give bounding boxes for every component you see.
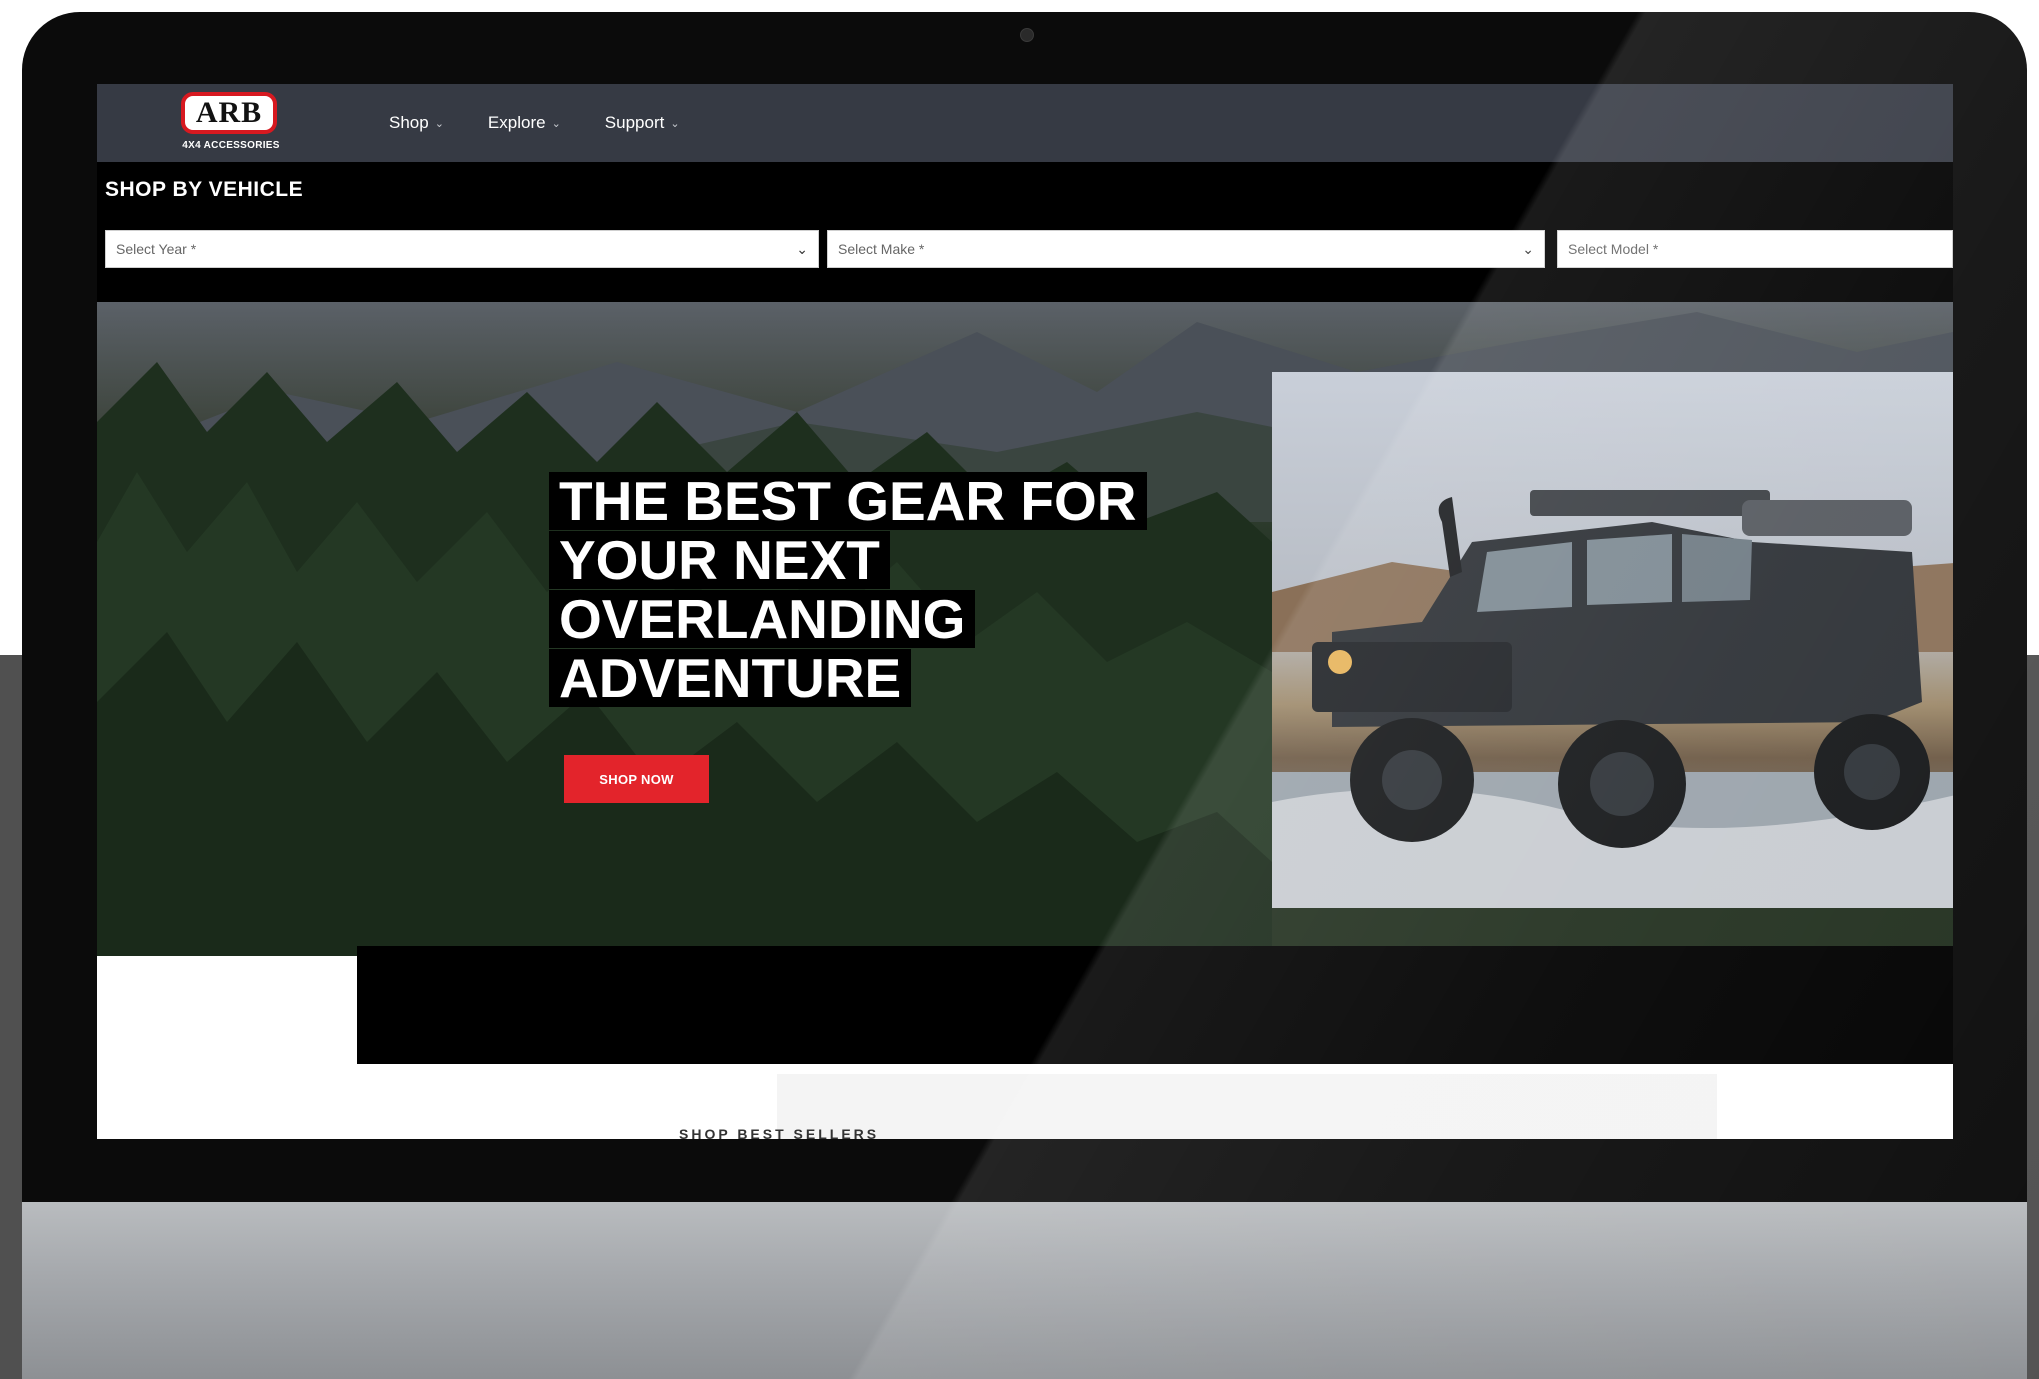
caret-down-icon: ⌄	[1522, 240, 1534, 257]
monitor-frame: ARB 4X4 ACCESSORIES Shop ⌄ Explore ⌄ Sup…	[22, 12, 2027, 1379]
hero-headline-line-3: OVERLANDING	[549, 590, 976, 648]
nav-item-label: Shop	[389, 113, 429, 132]
select-model-placeholder: Select Model *	[1568, 241, 1659, 257]
best-sellers-heading: SHOP BEST SELLERS	[679, 1126, 880, 1139]
nav-item-label: Support	[604, 113, 665, 132]
truck-illustration	[1272, 490, 1953, 908]
shop-now-button[interactable]: SHOP NOW	[564, 755, 709, 803]
hero-banner: THE BEST GEAR FOR YOUR NEXT OVERLANDING …	[97, 302, 1953, 956]
hero-headline: THE BEST GEAR FOR YOUR NEXT OVERLANDING …	[549, 472, 1169, 708]
chevron-down-icon: ⌄	[670, 117, 680, 130]
hero-headline-line-4: ADVENTURE	[549, 649, 912, 707]
nav-item-label: Explore	[487, 113, 546, 132]
truck-photo	[1272, 372, 1953, 908]
nav-item-support[interactable]: Support ⌄	[605, 113, 680, 133]
select-model[interactable]: Select Model *	[1557, 230, 1953, 268]
select-make[interactable]: Select Make * ⌄	[827, 230, 1545, 268]
hero-headline-line-2: YOUR NEXT	[549, 531, 890, 589]
logo-text: ARB	[195, 96, 263, 129]
select-make-placeholder: Select Make *	[838, 241, 925, 257]
arb-logo[interactable]: ARB 4X4 ACCESSORIES	[177, 90, 289, 154]
nav-item-explore[interactable]: Explore ⌄	[488, 113, 561, 133]
caret-down-icon: ⌄	[796, 240, 808, 257]
chevron-down-icon: ⌄	[551, 117, 561, 130]
top-navbar: ARB 4X4 ACCESSORIES Shop ⌄ Explore ⌄ Sup…	[97, 84, 1953, 162]
select-year[interactable]: Select Year * ⌄	[105, 230, 819, 268]
screen: ARB 4X4 ACCESSORIES Shop ⌄ Explore ⌄ Sup…	[97, 84, 1953, 1139]
shop-by-vehicle-title: SHOP BY VEHICLE	[105, 178, 304, 201]
monitor-chin	[22, 1202, 2027, 1379]
hero-headline-line-1: THE BEST GEAR FOR	[549, 472, 1147, 530]
nav-item-shop[interactable]: Shop ⌄	[389, 113, 444, 133]
logo-badge: ARB	[181, 92, 277, 134]
best-sellers-panel	[777, 1074, 1717, 1139]
select-year-placeholder: Select Year *	[116, 241, 197, 257]
promo-strip	[357, 946, 1953, 1064]
main-nav: Shop ⌄ Explore ⌄ Support ⌄	[389, 84, 680, 162]
logo-subtitle: 4X4 ACCESSORIES	[182, 140, 280, 151]
chevron-down-icon: ⌄	[434, 117, 444, 130]
webcam-dot	[1020, 28, 1034, 42]
